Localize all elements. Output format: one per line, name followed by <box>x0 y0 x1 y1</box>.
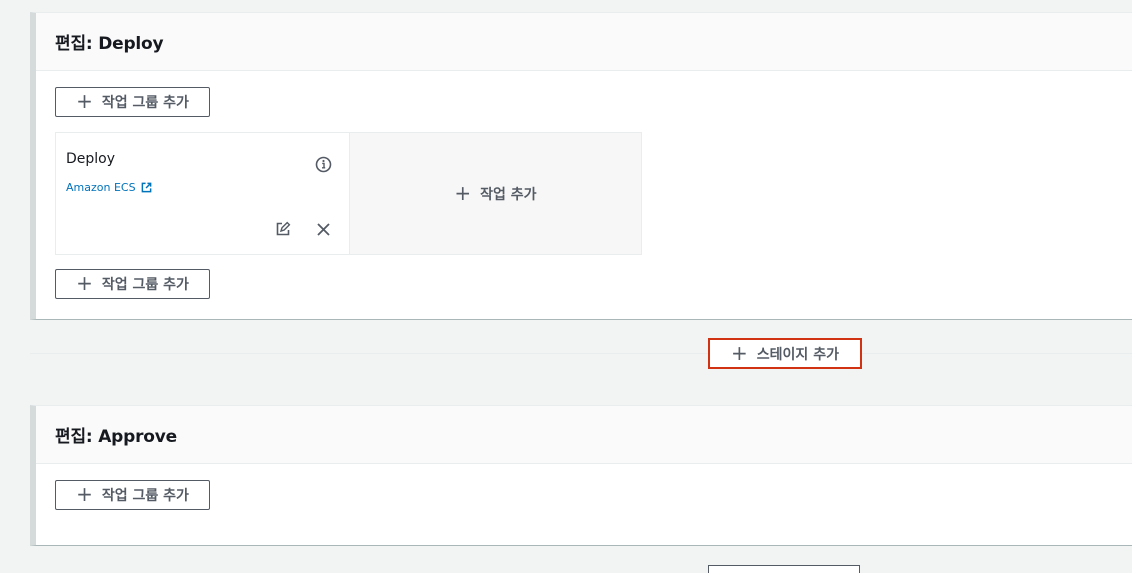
action-provider-label: Amazon ECS <box>66 181 136 194</box>
add-action-group-label: 작업 그룹 추가 <box>101 488 189 504</box>
pipeline-editor: 편집: Deploy + 작업 그룹 추가 Deploy Amazon ECS <box>0 0 1132 573</box>
plus-icon: + <box>76 89 93 113</box>
add-action-group-label: 작업 그룹 추가 <box>101 277 189 293</box>
edit-icon[interactable] <box>273 219 293 239</box>
stage-header: 편집: Deploy <box>36 13 1132 71</box>
plus-icon: + <box>731 340 748 365</box>
plus-icon: + <box>454 180 472 205</box>
add-action-group-button[interactable]: + 작업 그룹 추가 <box>55 269 210 299</box>
add-stage-button[interactable]: + 스테이지 추가 <box>708 338 862 369</box>
plus-icon: + <box>76 482 93 506</box>
close-icon[interactable] <box>313 219 333 239</box>
stage-title: 편집: Approve <box>55 427 177 447</box>
add-action-label: 작업 추가 <box>480 186 537 203</box>
stage-header: 편집: Approve <box>36 406 1132 464</box>
add-action-group-button[interactable]: + 작업 그룹 추가 <box>55 87 210 117</box>
stage-divider <box>30 353 1132 354</box>
add-action-group-label: 작업 그룹 추가 <box>101 95 189 111</box>
action-name: Deploy <box>66 151 116 167</box>
stage-deploy: 편집: Deploy + 작업 그룹 추가 Deploy Amazon ECS <box>30 12 1132 320</box>
add-stage-label: 스테이지 추가 <box>756 346 839 363</box>
stage-approve: 편집: Approve + 작업 그룹 추가 <box>30 405 1132 546</box>
plus-icon: + <box>76 271 93 295</box>
external-link-icon <box>141 182 151 193</box>
action-provider-link[interactable]: Amazon ECS <box>66 181 152 194</box>
stage-title: 편집: Deploy <box>55 34 164 54</box>
add-action-button[interactable]: + 작업 추가 <box>350 133 641 254</box>
add-action-group-button[interactable]: + 작업 그룹 추가 <box>55 480 210 510</box>
action-card-deploy: Deploy Amazon ECS <box>56 133 350 254</box>
info-icon[interactable] <box>313 154 333 174</box>
action-group: Deploy Amazon ECS + 작업 추가 <box>55 132 642 255</box>
add-stage-button-partial[interactable] <box>708 565 860 573</box>
